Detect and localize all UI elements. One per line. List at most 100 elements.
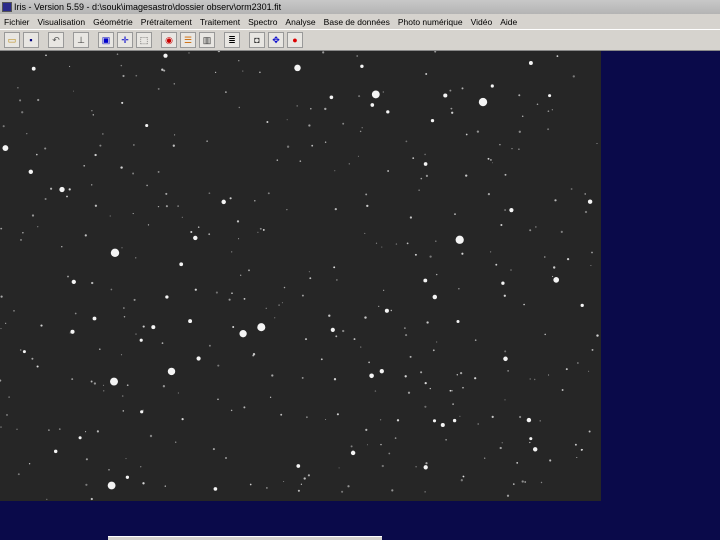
star xyxy=(548,374,550,376)
menu-item-aide[interactable]: Aide xyxy=(496,17,521,27)
star xyxy=(396,419,400,422)
menu-item-fichier[interactable]: Fichier xyxy=(0,17,34,27)
star xyxy=(590,264,592,267)
crosshair-icon[interactable]: ✛ xyxy=(117,32,133,48)
star xyxy=(465,174,468,177)
star xyxy=(296,105,298,107)
star xyxy=(519,415,522,419)
star xyxy=(378,305,380,308)
star xyxy=(296,464,301,468)
star xyxy=(109,215,111,217)
star xyxy=(425,73,428,75)
star xyxy=(259,71,261,74)
star xyxy=(429,387,431,390)
star xyxy=(190,230,193,234)
menu-item-base-de-donn-es[interactable]: Base de données xyxy=(320,17,394,27)
star xyxy=(147,224,150,226)
star xyxy=(576,456,578,459)
star xyxy=(91,281,94,285)
star xyxy=(518,94,521,97)
star xyxy=(551,109,553,111)
star xyxy=(2,125,5,128)
star xyxy=(359,130,362,133)
star xyxy=(329,95,334,100)
menu-item-spectro[interactable]: Spectro xyxy=(244,17,281,27)
star xyxy=(476,130,480,133)
camera-icon[interactable]: ◘ xyxy=(249,32,265,48)
star xyxy=(252,354,255,357)
menu-item-vid-o[interactable]: Vidéo xyxy=(467,17,497,27)
star xyxy=(334,207,337,211)
star xyxy=(242,70,244,72)
image-viewport[interactable] xyxy=(0,51,601,501)
star xyxy=(85,458,88,461)
star xyxy=(492,162,493,164)
star xyxy=(163,53,168,58)
star xyxy=(478,97,488,107)
menu-item-photo-num-rique[interactable]: Photo numérique xyxy=(394,17,467,27)
move-icon[interactable]: ✥ xyxy=(268,32,284,48)
star xyxy=(533,378,536,381)
open-icon[interactable]: ▭ xyxy=(4,32,20,48)
star xyxy=(269,396,272,398)
star xyxy=(591,251,593,254)
menu-bar: Fichier Visualisation Géométrie Prétraiteme… xyxy=(0,14,720,29)
star xyxy=(347,485,350,488)
star xyxy=(125,458,127,460)
star xyxy=(110,248,120,257)
star xyxy=(366,204,369,208)
star xyxy=(243,297,246,300)
menu-item-analyse[interactable]: Analyse xyxy=(281,17,319,27)
star xyxy=(425,462,428,465)
select-icon[interactable]: ⬚ xyxy=(136,32,152,48)
star xyxy=(20,238,22,241)
star xyxy=(425,174,428,177)
zoom-box-icon[interactable]: ▣ xyxy=(98,32,114,48)
star xyxy=(239,330,247,338)
star xyxy=(424,491,426,493)
star xyxy=(430,118,435,123)
star xyxy=(66,195,68,198)
menu-item-visualisation[interactable]: Visualisation xyxy=(34,17,90,27)
star xyxy=(584,193,586,195)
star xyxy=(28,463,31,465)
star-field-image[interactable] xyxy=(0,51,601,501)
menu-item-traitement[interactable]: Traitement xyxy=(196,17,244,27)
star xyxy=(108,469,110,471)
star xyxy=(544,333,546,336)
menu-item-g-om-trie[interactable]: Géométrie xyxy=(89,17,137,27)
star xyxy=(529,441,531,444)
star xyxy=(217,398,219,401)
star xyxy=(58,428,61,430)
star xyxy=(194,288,197,291)
save-icon[interactable]: ▪ xyxy=(23,32,39,48)
star xyxy=(456,319,460,324)
star xyxy=(407,391,411,394)
star xyxy=(587,199,593,204)
menu-item-pr-traitement[interactable]: Prétraitement xyxy=(137,17,196,27)
star xyxy=(487,193,490,196)
threshold-icon[interactable]: ⊥ xyxy=(73,32,89,48)
command-icon[interactable]: ≣ xyxy=(224,32,240,48)
star xyxy=(364,232,366,234)
star xyxy=(240,274,242,276)
star xyxy=(406,242,409,245)
star xyxy=(509,208,514,213)
star xyxy=(231,292,233,295)
view-icon[interactable]: ◉ xyxy=(161,32,177,48)
undo-icon[interactable]: ↶ xyxy=(48,32,64,48)
star xyxy=(22,232,24,234)
star xyxy=(518,130,521,133)
record-icon[interactable]: ● xyxy=(287,32,303,48)
list-icon[interactable]: ☰ xyxy=(180,32,196,48)
star xyxy=(179,262,184,267)
star xyxy=(418,189,420,191)
star xyxy=(405,334,408,337)
star xyxy=(229,197,232,200)
star xyxy=(36,365,39,368)
star xyxy=(125,475,130,479)
star xyxy=(139,338,143,342)
star xyxy=(423,278,428,283)
star xyxy=(44,197,47,201)
bars-icon[interactable]: ▥ xyxy=(199,32,215,48)
